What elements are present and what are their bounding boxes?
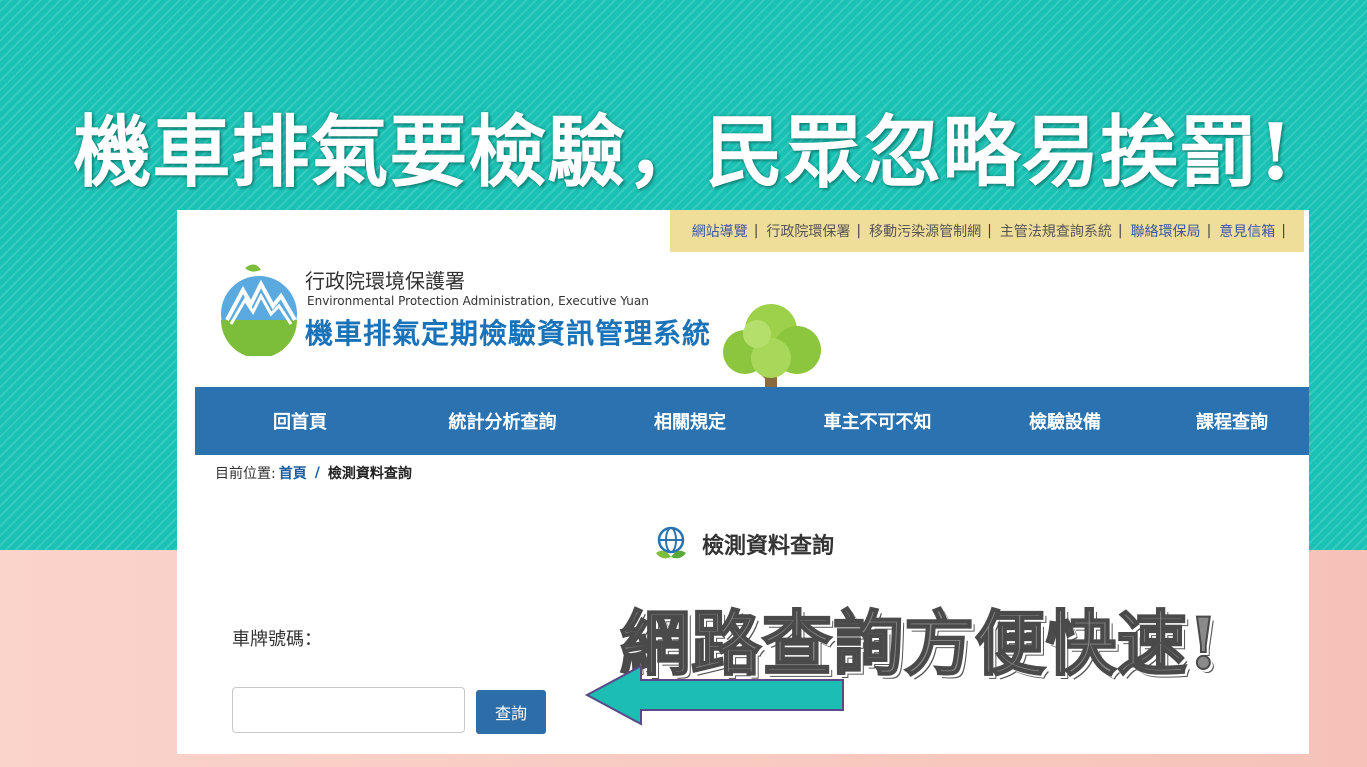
breadcrumb: 目前位置: 首頁 / 檢測資料查詢 [215,463,412,483]
arrow-left-icon [584,664,844,726]
agency-name-en: Environmental Protection Administration,… [307,294,649,308]
top-links-bar: 網站導覽 | 行政院環保署 | 移動污染源管制網 | 主管法規查詢系統 | 聯絡… [669,210,1304,252]
plate-number-input[interactable] [232,687,465,733]
epa-logo-icon [221,264,297,356]
breadcrumb-separator: / [314,465,320,481]
toplink-separator: | [1117,223,1123,239]
toplink-separator: | [987,223,992,239]
nav-owner-info[interactable]: 車主不可不知 [780,408,975,434]
toplink-separator: | [753,223,759,239]
main-nav: 回首頁 統計分析查詢 相關規定 車主不可不知 檢驗設備 課程查詢 [195,387,1309,455]
nav-equipment[interactable]: 檢驗設備 [975,408,1155,434]
nav-courses[interactable]: 課程查詢 [1155,408,1309,434]
site-header-logo[interactable]: 行政院環境保護署 Environmental Protection Admini… [217,260,821,420]
breadcrumb-home-link[interactable]: 首頁 [279,463,307,483]
section-title: 檢測資料查詢 [702,534,835,559]
plate-number-label: 車牌號碼： [232,629,322,650]
toplink-separator: | [856,223,862,239]
toplink-separator: | [1206,223,1212,239]
breadcrumb-prefix: 目前位置: [215,466,276,482]
toplink-epa[interactable]: 行政院環保署 [766,221,850,241]
system-title: 機車排氣定期檢驗資訊管理系統 [305,317,712,350]
slide-headline: 機車排氣要檢驗，民眾忽略易挨罰! [73,107,1294,198]
toplink-regulations[interactable]: 主管法規查詢系統 [1000,221,1112,241]
toplink-contact-bureau[interactable]: 聯絡環保局 [1131,221,1201,241]
toplink-site-map[interactable]: 網站導覽 [692,221,748,241]
query-button[interactable]: 查詢 [476,690,546,734]
nav-regulations[interactable]: 相關規定 [600,408,780,434]
breadcrumb-current: 檢測資料查詢 [327,466,412,482]
nav-home[interactable]: 回首頁 [195,408,405,434]
nav-statistics[interactable]: 統計分析查詢 [405,408,600,434]
toplink-separator: | [1281,223,1286,239]
section-heading: 檢測資料查詢 [652,525,834,563]
toplink-mobile-pollution[interactable]: 移動污染源管制網 [869,221,981,241]
toplink-feedback[interactable]: 意見信箱 [1219,221,1275,241]
globe-leaf-icon [656,526,686,559]
agency-name-zh: 行政院環境保護署 [305,269,465,293]
